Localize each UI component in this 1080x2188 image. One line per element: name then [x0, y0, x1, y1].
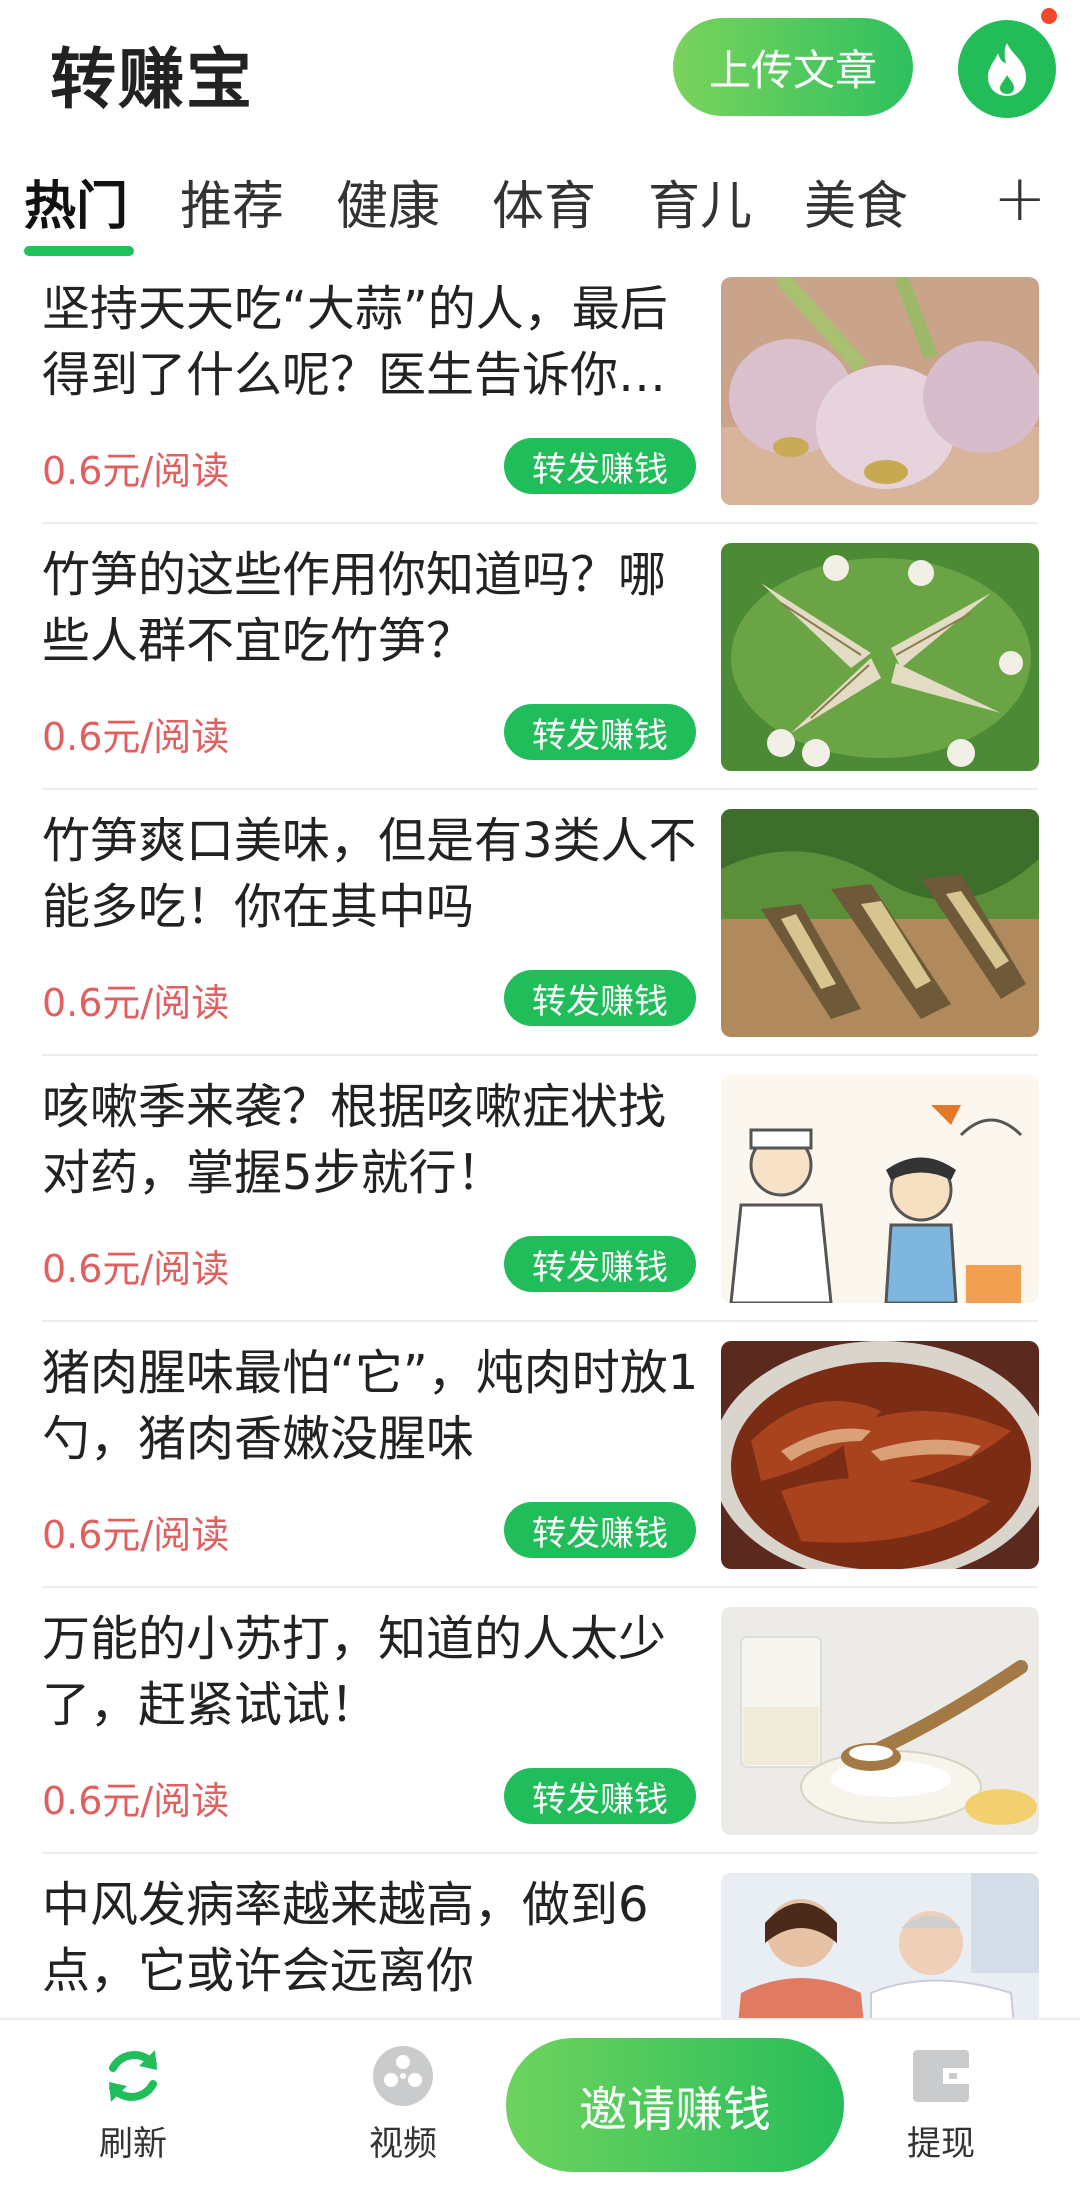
nav-withdraw-label: 提现 [907, 2124, 975, 2164]
active-tab-indicator [24, 246, 134, 256]
article-thumbnail[interactable] [721, 1075, 1039, 1303]
article-thumbnail[interactable] [721, 1341, 1039, 1569]
divider [42, 788, 1038, 790]
nav-video-label: 视频 [369, 2124, 437, 2164]
app-title: 转赚宝 [50, 41, 254, 118]
divider [42, 1320, 1038, 1322]
divider [42, 1586, 1038, 1588]
share-earn-button[interactable]: 转发赚钱 [504, 438, 696, 494]
tab-health[interactable]: 健康 [336, 164, 440, 239]
list-item[interactable]: 猪肉腥味最怕“它”，炖肉时放1勺，猪肉香嫩没腥味 0.6元/阅读 转发赚钱 [0, 1336, 1080, 1602]
article-title[interactable]: 竹笋的这些作用你知道吗？哪些人群不宜吃竹笋？ [42, 542, 702, 674]
article-thumbnail[interactable] [721, 1607, 1039, 1835]
refresh-icon [109, 2050, 157, 2102]
article-price: 0.6元/阅读 [42, 449, 230, 493]
add-tab-button[interactable]: + [993, 162, 1047, 236]
upload-article-button[interactable]: 上传文章 [673, 18, 913, 116]
divider [42, 1852, 1038, 1854]
list-item[interactable]: 坚持天天吃“大蒜”的人，最后得到了什么呢？医生告诉你答案 0.6元/阅读 转发赚… [0, 272, 1080, 538]
article-title[interactable]: 万能的小苏打，知道的人太少了，赶紧试试！ [42, 1606, 702, 1738]
article-thumbnail[interactable] [721, 277, 1039, 505]
list-item[interactable]: 万能的小苏打，知道的人太少了，赶紧试试！ 0.6元/阅读 转发赚钱 [0, 1602, 1080, 1868]
notification-dot [1041, 8, 1057, 24]
article-price: 0.6元/阅读 [42, 1247, 230, 1291]
share-earn-button[interactable]: 转发赚钱 [504, 1502, 696, 1558]
tab-sports[interactable]: 体育 [492, 164, 596, 239]
article-price: 0.6元/阅读 [42, 715, 230, 759]
article-price: 0.6元/阅读 [42, 1513, 230, 1557]
tab-food[interactable]: 美食 [804, 164, 908, 239]
article-title[interactable]: 咳嗽季来袭？根据咳嗽症状找对药，掌握5步就行！ [42, 1074, 702, 1206]
divider [42, 522, 1038, 524]
article-title[interactable]: 猪肉腥味最怕“它”，炖肉时放1勺，猪肉香嫩没腥味 [42, 1340, 702, 1472]
share-earn-button[interactable]: 转发赚钱 [504, 1768, 696, 1824]
share-earn-button[interactable]: 转发赚钱 [504, 704, 696, 760]
share-earn-button[interactable]: 转发赚钱 [504, 1236, 696, 1292]
list-item[interactable]: 咳嗽季来袭？根据咳嗽症状找对药，掌握5步就行！ 0.6元/阅读 转发赚钱 [0, 1070, 1080, 1336]
list-item[interactable]: 竹笋的这些作用你知道吗？哪些人群不宜吃竹笋？ 0.6元/阅读 转发赚钱 [0, 538, 1080, 804]
hot-button[interactable] [958, 20, 1056, 118]
article-title[interactable]: 竹笋爽口美味，但是有3类人不能多吃！你在其中吗 [42, 808, 702, 940]
invite-earn-button[interactable]: 邀请赚钱 [506, 2038, 844, 2172]
article-title[interactable]: 坚持天天吃“大蒜”的人，最后得到了什么呢？医生告诉你答案 [42, 276, 702, 408]
wallet-icon [913, 2050, 969, 2102]
article-title[interactable]: 中风发病率越来越高，做到6点，它或许会远离你 [42, 1872, 702, 2004]
tab-hot[interactable]: 热门 [24, 164, 128, 239]
bottom-navigation: 刷新 视频 邀请赚钱 提现 [0, 2018, 1080, 2188]
tab-recommend[interactable]: 推荐 [180, 164, 284, 239]
nav-withdraw[interactable]: 提现 [866, 2044, 1016, 2165]
share-earn-button[interactable]: 转发赚钱 [504, 970, 696, 1026]
article-thumbnail[interactable] [721, 809, 1039, 1037]
article-thumbnail[interactable] [721, 543, 1039, 771]
article-price: 0.6元/阅读 [42, 1779, 230, 1823]
divider [42, 1054, 1038, 1056]
fire-icon [988, 43, 1026, 96]
nav-refresh[interactable]: 刷新 [58, 2044, 208, 2165]
header: 转赚宝 上传文章 [0, 0, 1080, 140]
nav-video[interactable]: 视频 [328, 2044, 478, 2165]
category-tabs: 热门 推荐 健康 体育 育儿 美食 + [0, 150, 1080, 260]
video-reel-icon [373, 2046, 433, 2106]
article-price: 0.6元/阅读 [42, 981, 230, 1025]
tab-parenting[interactable]: 育儿 [648, 164, 752, 239]
list-item[interactable]: 竹笋爽口美味，但是有3类人不能多吃！你在其中吗 0.6元/阅读 转发赚钱 [0, 804, 1080, 1070]
nav-refresh-label: 刷新 [99, 2124, 167, 2164]
